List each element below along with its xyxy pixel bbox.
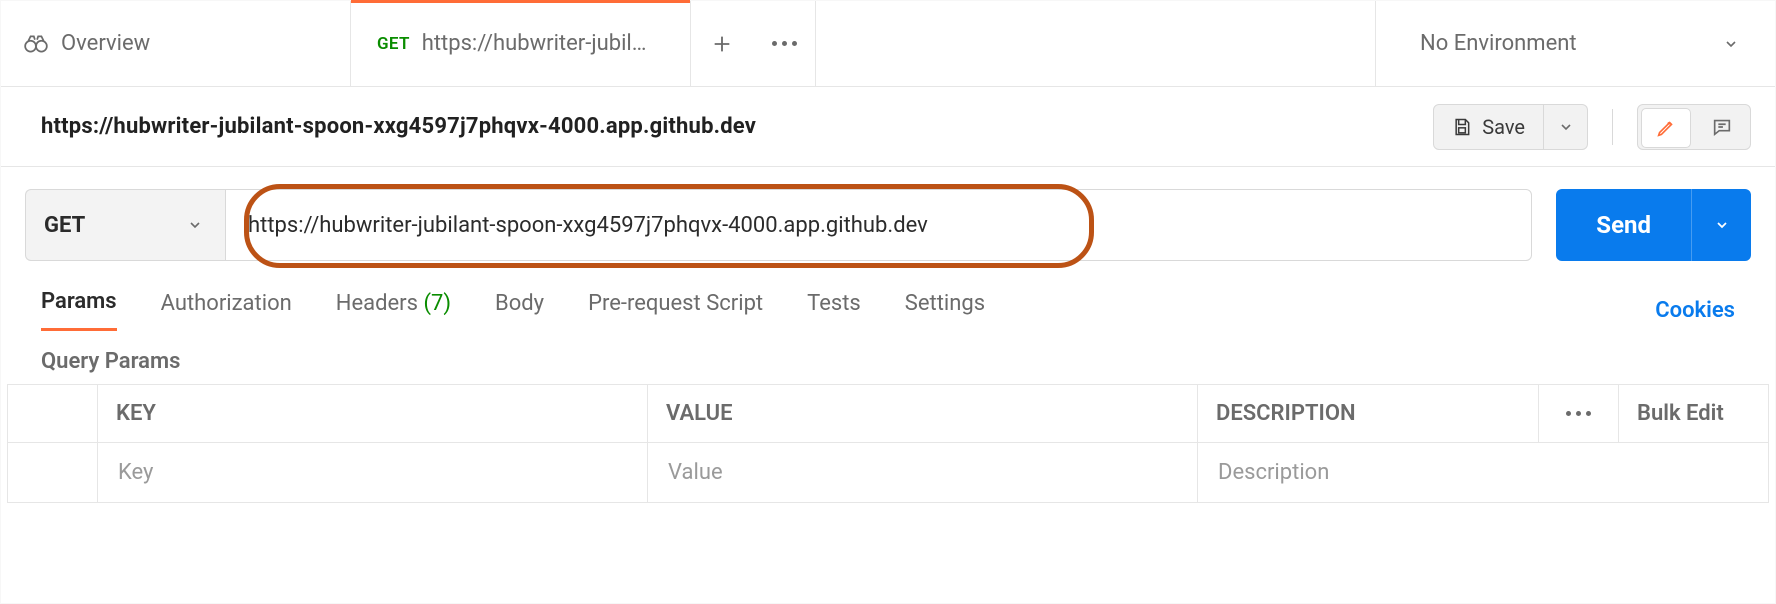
tab-overflow-button[interactable]: [753, 1, 815, 86]
save-button[interactable]: Save: [1433, 104, 1544, 150]
col-options[interactable]: [1539, 385, 1619, 443]
chevron-down-icon: [1714, 217, 1730, 233]
send-button-group: Send: [1556, 189, 1751, 261]
comments-toggle[interactable]: [1694, 105, 1750, 149]
tab-tests[interactable]: Tests: [807, 291, 861, 330]
documentation-toggle[interactable]: [1641, 108, 1691, 148]
key-input[interactable]: [116, 459, 629, 486]
tab-bar: Overview GET https://hubwriter-jubilant …: [1, 1, 1775, 87]
col-key-header: KEY: [98, 385, 648, 443]
tab-overview-label: Overview: [61, 31, 150, 56]
cookies-link[interactable]: Cookies: [1655, 298, 1735, 323]
request-builder: GET Send: [1, 167, 1775, 275]
tabbar-spacer: [816, 1, 1375, 86]
request-title: https://hubwriter-jubilant-spoon-xxg4597…: [41, 114, 756, 139]
tab-actions: [691, 1, 816, 86]
query-params-table: KEY VALUE DESCRIPTION Bulk Edit: [7, 384, 1769, 503]
col-value-header: VALUE: [648, 385, 1198, 443]
cell-key[interactable]: [98, 443, 648, 503]
request-subtabs: Params Authorization Headers (7) Body Pr…: [1, 275, 1775, 331]
url-field-container: [225, 189, 1532, 261]
col-handle: [8, 385, 98, 443]
chevron-down-icon: [1558, 119, 1574, 135]
tab-headers-count: (7): [423, 291, 451, 316]
save-button-group: Save: [1433, 104, 1588, 150]
pencil-icon: [1655, 117, 1677, 139]
chevron-down-icon: [1723, 36, 1739, 52]
http-method-value: GET: [44, 213, 85, 238]
tab-body[interactable]: Body: [495, 291, 544, 330]
save-caret[interactable]: [1544, 104, 1588, 150]
divider: [1612, 109, 1613, 145]
send-caret[interactable]: [1691, 189, 1751, 261]
tab-method-badge: GET: [377, 34, 410, 54]
title-actions: Save: [1433, 104, 1751, 150]
col-description-header: DESCRIPTION: [1198, 385, 1539, 443]
comment-icon: [1711, 116, 1733, 138]
dots-icon: [1557, 411, 1600, 416]
floppy-icon: [1452, 117, 1472, 137]
tab-overview[interactable]: Overview: [1, 1, 351, 86]
tab-request-title: https://hubwriter-jubilant: [422, 31, 647, 56]
bulk-edit-button[interactable]: Bulk Edit: [1619, 385, 1769, 443]
table-row: [8, 443, 1769, 503]
tab-prerequest[interactable]: Pre-request Script: [588, 291, 763, 330]
cell-description[interactable]: [1198, 443, 1769, 503]
binoculars-icon: [23, 31, 49, 57]
query-params-heading: Query Params: [1, 331, 1775, 384]
chevron-down-icon: [187, 217, 203, 233]
http-method-select[interactable]: GET: [25, 189, 225, 261]
tab-authorization[interactable]: Authorization: [161, 291, 292, 330]
postman-request-builder: Overview GET https://hubwriter-jubilant …: [0, 0, 1776, 604]
environment-selector[interactable]: No Environment: [1375, 1, 1775, 86]
view-toggle-group: [1637, 104, 1751, 150]
send-button[interactable]: Send: [1556, 189, 1691, 261]
tab-params[interactable]: Params: [41, 289, 117, 331]
environment-label: No Environment: [1420, 31, 1577, 56]
save-label: Save: [1482, 115, 1525, 139]
plus-icon: [711, 33, 733, 55]
cell-value[interactable]: [648, 443, 1198, 503]
value-input[interactable]: [666, 459, 1179, 486]
dots-icon: [772, 41, 797, 46]
row-handle[interactable]: [8, 443, 98, 503]
request-title-bar: https://hubwriter-jubilant-spoon-xxg4597…: [1, 87, 1775, 167]
tab-settings[interactable]: Settings: [905, 291, 985, 330]
description-input[interactable]: [1216, 459, 1750, 486]
tab-headers[interactable]: Headers (7): [336, 291, 451, 330]
table-header-row: KEY VALUE DESCRIPTION Bulk Edit: [8, 385, 1769, 443]
tab-request-active[interactable]: GET https://hubwriter-jubilant: [351, 1, 691, 86]
url-input[interactable]: [226, 190, 1531, 260]
tab-headers-label: Headers: [336, 291, 418, 316]
new-tab-button[interactable]: [691, 1, 753, 86]
